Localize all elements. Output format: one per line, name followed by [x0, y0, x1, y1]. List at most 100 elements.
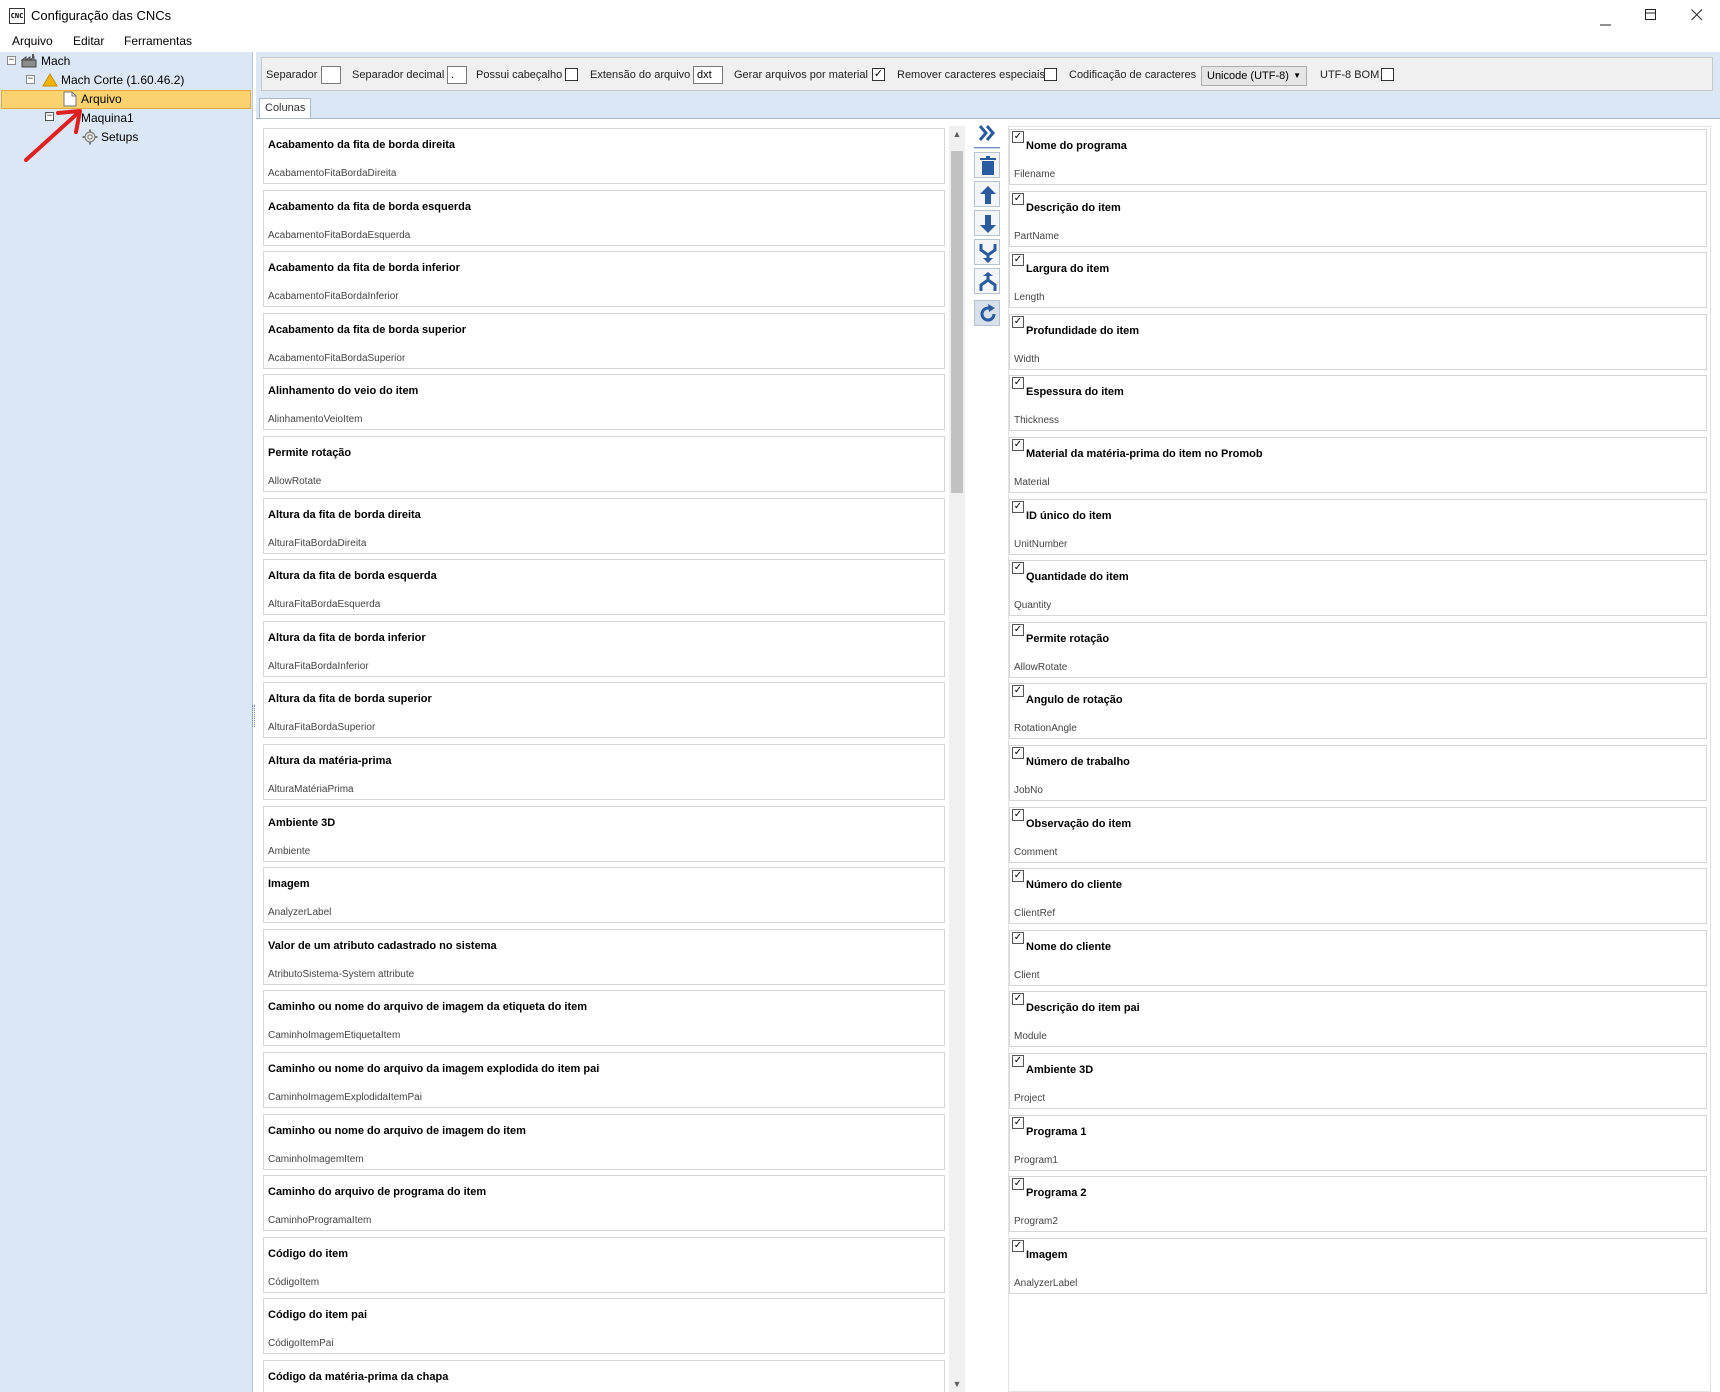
column-card[interactable]: Acabamento da fita de borda esquerda Acab…: [263, 190, 945, 246]
available-columns-scrollbar[interactable]: ▲ ▼: [949, 126, 965, 1392]
column-card[interactable]: Código do item CódigoItem: [263, 1237, 945, 1293]
selected-columns-list[interactable]: ✓ Nome do programa Filename ✓ Descrição do i…: [1008, 126, 1711, 1392]
column-card[interactable]: Acabamento da fita de borda superior Acab…: [263, 313, 945, 369]
column-card[interactable]: ✓ Descrição do item PartName: [1009, 191, 1707, 247]
tree-node-setups[interactable]: Setups: [101, 128, 138, 146]
column-card[interactable]: ✓ Número do cliente ClientRef: [1009, 868, 1707, 924]
column-checkbox[interactable]: ✓: [1012, 1055, 1024, 1067]
has-header-checkbox[interactable]: [565, 68, 578, 81]
column-card[interactable]: ✓ Nome do cliente Client: [1009, 930, 1707, 986]
column-checkbox[interactable]: ✓: [1012, 747, 1024, 759]
splitter-handle[interactable]: [252, 705, 255, 727]
scroll-up-icon[interactable]: ▲: [949, 126, 965, 142]
column-card[interactable]: ✓ Permite rotação AllowRotate: [1009, 622, 1707, 678]
column-card[interactable]: Altura da fita de borda inferior AlturaFi…: [263, 621, 945, 677]
column-checkbox[interactable]: ✓: [1012, 1178, 1024, 1190]
column-card[interactable]: ✓ Observação do item Comment: [1009, 807, 1707, 863]
menu-arquivo[interactable]: Arquivo: [12, 34, 53, 48]
column-card[interactable]: Caminho do arquivo de programa do item Ca…: [263, 1175, 945, 1231]
collapse-machine-icon[interactable]: −: [26, 75, 35, 84]
column-checkbox[interactable]: ✓: [1012, 993, 1024, 1005]
column-card[interactable]: Alinhamento do veio do item AlinhamentoVe…: [263, 374, 945, 430]
column-checkbox[interactable]: ✓: [1012, 377, 1024, 389]
column-card[interactable]: Caminho ou nome do arquivo de imagem da …: [263, 990, 945, 1046]
column-card[interactable]: ✓ Quantidade do item Quantity: [1009, 560, 1707, 616]
column-card[interactable]: ✓ ID único do item UnitNumber: [1009, 499, 1707, 555]
column-card[interactable]: ✓ Angulo de rotação RotationAngle: [1009, 683, 1707, 739]
column-key: Module: [1014, 1031, 1047, 1042]
column-checkbox[interactable]: ✓: [1012, 254, 1024, 266]
column-key: AnalyzerLabel: [268, 907, 332, 918]
per-material-checkbox[interactable]: ✓: [872, 68, 885, 81]
column-checkbox[interactable]: ✓: [1012, 932, 1024, 944]
encoding-select[interactable]: Unicode (UTF-8) ▼: [1201, 66, 1307, 86]
move-up-button[interactable]: [974, 181, 1000, 207]
column-card[interactable]: ✓ Programa 1 Program1: [1009, 1115, 1707, 1171]
column-checkbox[interactable]: ✓: [1012, 316, 1024, 328]
column-checkbox[interactable]: ✓: [1012, 1240, 1024, 1252]
column-card[interactable]: Altura da fita de borda superior AlturaFi…: [263, 682, 945, 738]
column-card[interactable]: Permite rotação AllowRotate: [263, 436, 945, 492]
merge-button[interactable]: [974, 239, 1000, 265]
column-checkbox[interactable]: ✓: [1012, 131, 1024, 143]
tree-node-mach-corte[interactable]: Mach Corte (1.60.46.2): [61, 71, 184, 89]
column-checkbox[interactable]: ✓: [1012, 809, 1024, 821]
column-card[interactable]: Caminho ou nome do arquivo da imagem exp…: [263, 1052, 945, 1108]
column-card[interactable]: ✓ Espessura do item Thickness: [1009, 375, 1707, 431]
column-checkbox[interactable]: ✓: [1012, 870, 1024, 882]
column-checkbox[interactable]: ✓: [1012, 439, 1024, 451]
utf8-bom-checkbox[interactable]: [1381, 68, 1394, 81]
maximize-button[interactable]: [1645, 9, 1657, 24]
menu-editar[interactable]: Editar: [73, 34, 104, 48]
remove-special-chars-checkbox[interactable]: [1044, 68, 1057, 81]
add-all-button[interactable]: [974, 120, 1000, 146]
column-checkbox[interactable]: ✓: [1012, 562, 1024, 574]
column-card[interactable]: Caminho ou nome do arquivo de imagem do …: [263, 1114, 945, 1170]
column-card[interactable]: ✓ Largura do item Length: [1009, 252, 1707, 308]
tree-node-mach[interactable]: Mach: [41, 52, 70, 70]
move-down-button[interactable]: [974, 210, 1000, 236]
column-card[interactable]: Acabamento da fita de borda direita Acaba…: [263, 128, 945, 184]
minimize-glyph[interactable]: [1600, 15, 1612, 29]
column-card[interactable]: ✓ Imagem AnalyzerLabel: [1009, 1238, 1707, 1294]
column-card[interactable]: Código do item pai CódigoItemPai: [263, 1298, 945, 1354]
column-card[interactable]: ✓ Descrição do item pai Module: [1009, 991, 1707, 1047]
menu-ferramentas[interactable]: Ferramentas: [124, 34, 192, 48]
scroll-thumb[interactable]: [951, 151, 963, 493]
column-card[interactable]: Altura da matéria-prima AlturaMatériaPrim…: [263, 744, 945, 800]
file-extension-input[interactable]: dxt: [693, 66, 723, 84]
column-checkbox[interactable]: ✓: [1012, 685, 1024, 697]
scroll-down-icon[interactable]: ▼: [949, 1376, 965, 1392]
column-checkbox[interactable]: ✓: [1012, 624, 1024, 636]
column-checkbox[interactable]: ✓: [1012, 1117, 1024, 1129]
column-checkbox[interactable]: ✓: [1012, 501, 1024, 513]
separator-input[interactable]: [321, 66, 341, 84]
column-card[interactable]: ✓ Nome do programa Filename: [1009, 129, 1707, 185]
column-card[interactable]: Altura da fita de borda direita AlturaFit…: [263, 498, 945, 554]
refresh-button[interactable]: [974, 300, 1000, 326]
column-card[interactable]: Valor de um atributo cadastrado no siste…: [263, 929, 945, 985]
column-card[interactable]: Acabamento da fita de borda inferior Acab…: [263, 251, 945, 307]
column-card[interactable]: Código da matéria-prima da chapa: [263, 1360, 945, 1392]
column-card[interactable]: Imagem AnalyzerLabel: [263, 867, 945, 923]
delete-button[interactable]: [974, 152, 1000, 178]
tab-colunas[interactable]: Colunas: [259, 98, 312, 118]
column-card[interactable]: ✓ Material da matéria-prima do item no Pr…: [1009, 437, 1707, 493]
factory-icon: [21, 54, 37, 68]
column-card[interactable]: ✓ Ambiente 3D Project: [1009, 1053, 1707, 1109]
close-button[interactable]: [1691, 9, 1703, 24]
has-header-label: Possui cabeçalho: [476, 69, 563, 81]
column-key: Quantity: [1014, 600, 1052, 611]
available-columns-list[interactable]: Acabamento da fita de borda direita Acaba…: [263, 126, 948, 1392]
decimal-separator-input[interactable]: .: [447, 66, 467, 84]
column-card[interactable]: Ambiente 3D Ambiente: [263, 806, 945, 862]
column-key: AcabamentoFitaBordaSuperior: [268, 353, 406, 364]
column-card[interactable]: Altura da fita de borda esquerda AlturaFi…: [263, 559, 945, 615]
column-key: AnalyzerLabel: [1014, 1278, 1078, 1289]
collapse-root-icon[interactable]: −: [7, 56, 16, 65]
split-button[interactable]: [974, 268, 1000, 294]
column-card[interactable]: ✓ Programa 2 Program2: [1009, 1176, 1707, 1232]
column-checkbox[interactable]: ✓: [1012, 193, 1024, 205]
column-card[interactable]: ✓ Profundidade do item Width: [1009, 314, 1707, 370]
column-card[interactable]: ✓ Número de trabalho JobNo: [1009, 745, 1707, 801]
